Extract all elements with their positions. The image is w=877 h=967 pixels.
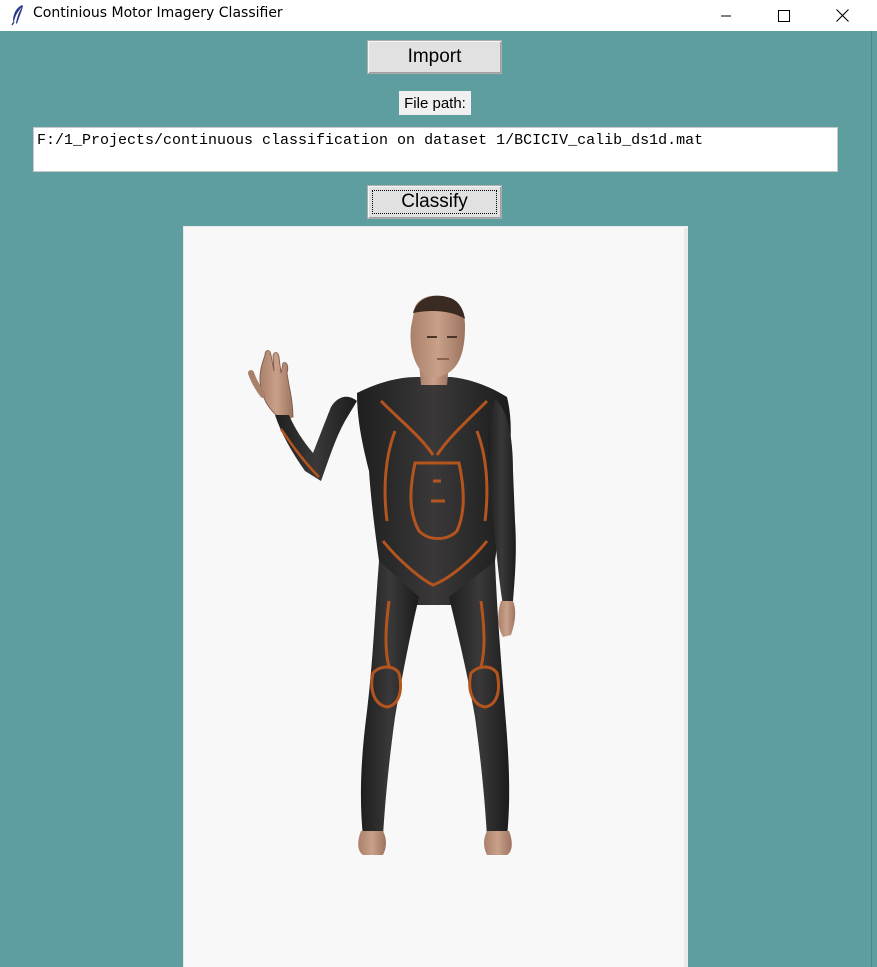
import-button-label: Import [407, 46, 462, 67]
import-button[interactable]: Import [367, 40, 502, 74]
close-icon [835, 9, 849, 22]
window-title: Continious Motor Imagery Classifier [33, 5, 283, 21]
file-path-field[interactable]: F:/1_Projects/continuous classification … [33, 127, 838, 172]
classify-button[interactable]: Classify [367, 185, 502, 219]
avatar-figure [248, 295, 516, 855]
file-path-label: File path: [399, 91, 471, 115]
minimize-button[interactable] [697, 0, 755, 31]
title-bar: Continious Motor Imagery Classifier [0, 0, 877, 31]
maximize-button[interactable] [755, 0, 813, 31]
canvas-scroll-edge [684, 228, 688, 967]
raised-hand [248, 350, 294, 420]
minimize-icon [720, 10, 732, 22]
window-right-edge [871, 31, 877, 967]
classify-button-label: Classify [401, 191, 468, 212]
maximize-icon [778, 9, 790, 22]
close-button[interactable] [813, 0, 871, 31]
feather-icon [10, 4, 26, 26]
avatar-canvas [183, 226, 688, 967]
